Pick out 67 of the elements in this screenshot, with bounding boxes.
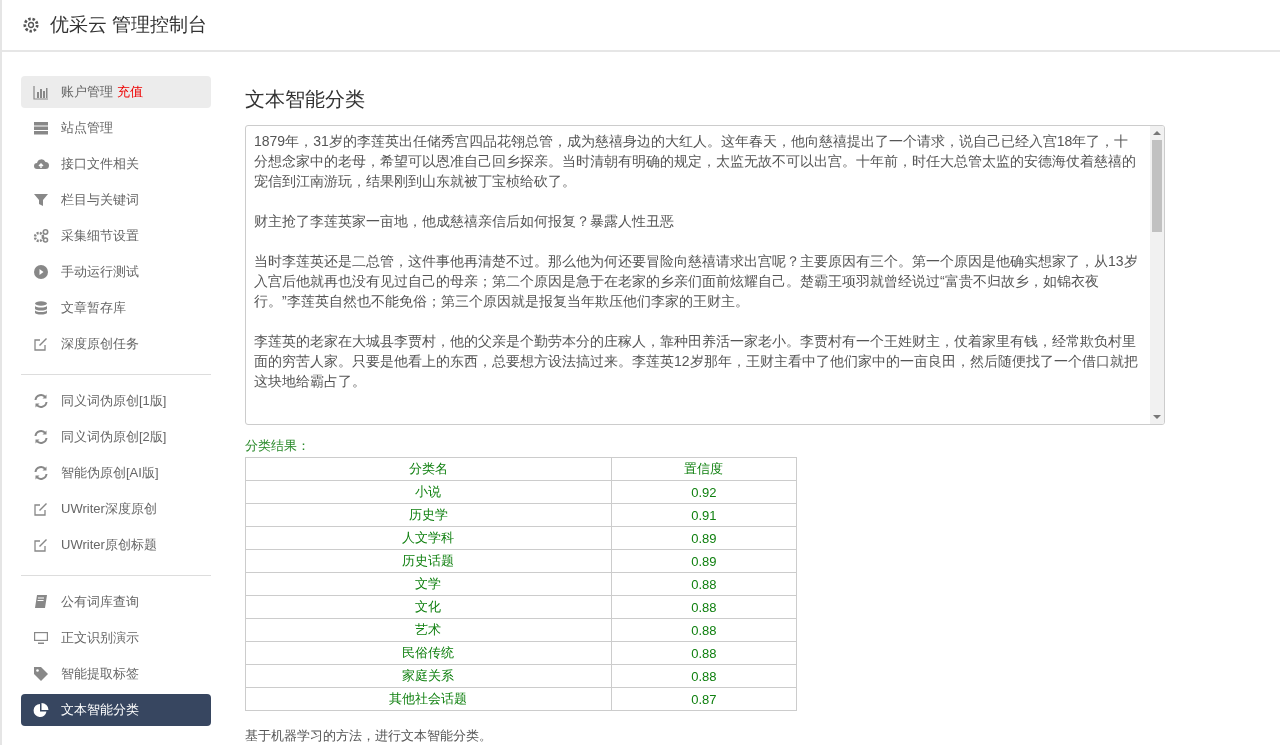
table-cell: 0.89 <box>611 549 797 573</box>
table-cell: 家庭关系 <box>245 664 612 688</box>
table-cell: 艺术 <box>245 618 612 642</box>
scrollbar[interactable] <box>1150 126 1164 424</box>
sidebar-item[interactable]: 文章暂存库 <box>21 292 211 324</box>
table-cell: 0.88 <box>611 664 797 688</box>
monitor-icon <box>33 630 49 646</box>
sidebar-item[interactable]: 公有词库查询 <box>21 586 211 618</box>
sidebar-item[interactable]: 同义词伪原创[1版] <box>21 385 211 417</box>
sidebar-item[interactable]: 接口文件相关 <box>21 148 211 180</box>
tag-icon <box>33 666 49 682</box>
table-cell: 小说 <box>245 480 612 504</box>
sidebar-item[interactable]: 正文识别演示 <box>21 622 211 654</box>
table-cell: 文学 <box>245 572 612 596</box>
table-cell: 文化 <box>245 595 612 619</box>
table-cell: 0.89 <box>611 526 797 550</box>
table-cell: 0.87 <box>611 687 797 711</box>
sidebar-item[interactable]: 智能伪原创[AI版] <box>21 457 211 489</box>
table-cell: 0.88 <box>611 618 797 642</box>
description-text: 基于机器学习的方法，进行文本智能分类。 <box>245 727 492 745</box>
result-label: 分类结果： <box>245 437 310 455</box>
scrollbar-thumb[interactable] <box>1152 140 1162 232</box>
scroll-down-icon[interactable] <box>1153 413 1161 421</box>
table-cell: 其他社会话题 <box>245 687 612 711</box>
sidebar-item[interactable]: 深度原创任务 <box>21 328 211 360</box>
sidebar-item[interactable]: UWriter原创标题 <box>21 529 211 561</box>
scroll-up-icon[interactable] <box>1153 129 1161 137</box>
settings-icon <box>22 16 40 34</box>
sidebar-item[interactable]: 同义词伪原创[2版] <box>21 421 211 453</box>
book-icon <box>33 594 49 610</box>
table-cell: 0.91 <box>611 503 797 527</box>
column-header: 置信度 <box>611 457 797 481</box>
refresh-icon <box>33 429 49 445</box>
sidebar-item[interactable]: UWriter深度原创 <box>21 493 211 525</box>
gears-icon <box>33 228 49 244</box>
sidebar-item[interactable]: 栏目与关键词 <box>21 184 211 216</box>
bar-chart-icon <box>33 84 49 100</box>
text-input-field[interactable]: 1879年，31岁的李莲英出任储秀宫四品花翎总管，成为慈禧身边的大红人。这年春天，他向慈禧提出了一个请求，说自己已经入宫18年了，十分想念家中的老母，希望可以恩准自己回乡探亲。当时清朝有明确的规定，太监无故不可以出宫。十年前，时任大总管太监的安德海仗着慈禧的宠信到江南游玩，结果刚到山东就被丁宝桢给砍了。 财主抢了李莲英家一亩地，他成慈禧亲信后如何报复？暴露人性丑恶 当时李莲英还是二总管，这件事他再清楚不过。那么他为何还要冒险向慈禧请求出宫呢？主要原因有三个。第一个原因是他确实想家了，从13岁入宫后他就再也没有见过自己的母亲；第二个原因是急于在老家的乡亲们面前炫耀自己。楚霸王项羽就曾经说过“富贵不归故乡，如锦衣夜行。”李莲英自然也不能免俗；第三个原因就是报复当年欺压他们李家的王财主。 李莲英的老家在大城县李贾村，他的父亲是个勤劳本分的庄稼人，靠种田养活一家老小。李贾村有一个王姓财主，仗着家里有钱，经常欺负村里面的穷苦人家。只要是他看上的东西，总要想方设法搞过来。李莲英12岁那年，王财主看中了他们家中的一亩良田，然后随便找了一个借口就把这块地给霸占了。 <box>245 125 1165 425</box>
sidebar-item[interactable]: 手动运行测试 <box>21 256 211 288</box>
database-icon <box>33 300 49 316</box>
edit-icon <box>33 537 49 553</box>
table-cell: 0.88 <box>611 595 797 619</box>
table-cell: 历史学 <box>245 503 612 527</box>
edit-icon <box>33 336 49 352</box>
table-cell: 民俗传统 <box>245 641 612 665</box>
sidebar-item[interactable]: 智能提取标签 <box>21 658 211 690</box>
column-header: 分类名 <box>245 457 612 481</box>
play-icon <box>33 264 49 280</box>
table-cell: 0.88 <box>611 641 797 665</box>
edit-icon <box>33 501 49 517</box>
page-title: 文本智能分类 <box>245 87 365 112</box>
table-cell: 0.92 <box>611 480 797 504</box>
pie-chart-icon <box>33 702 49 718</box>
table-cell: 历史话题 <box>245 549 612 573</box>
cloud-upload-icon <box>33 156 49 172</box>
sidebar-item[interactable]: 账户管理 充值 <box>21 76 211 108</box>
refresh-icon <box>33 465 49 481</box>
sidebar-item[interactable]: 采集细节设置 <box>21 220 211 252</box>
filter-icon <box>33 192 49 208</box>
recharge-link[interactable]: 充值 <box>117 83 143 101</box>
table-cell: 0.88 <box>611 572 797 596</box>
table-cell: 人文学科 <box>245 526 612 550</box>
sidebar-item[interactable]: 文本智能分类 <box>21 694 211 726</box>
refresh-icon <box>33 393 49 409</box>
sidebar-item[interactable]: 站点管理 <box>21 112 211 144</box>
server-icon <box>33 120 49 136</box>
app-title: 优采云 管理控制台 <box>50 13 208 37</box>
